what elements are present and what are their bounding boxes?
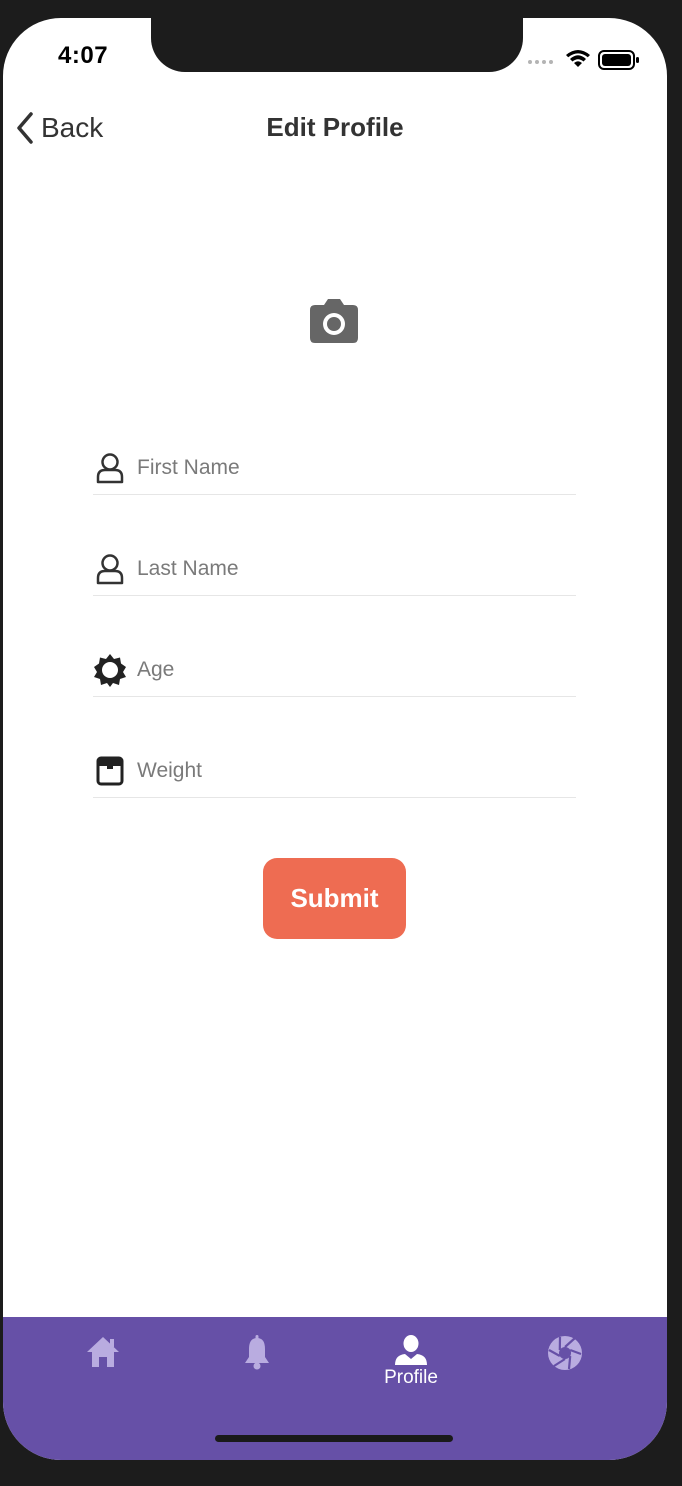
last-name-field[interactable] [93,543,576,596]
tab-profile[interactable]: Profile [366,1335,456,1395]
weight-input[interactable] [137,759,537,783]
tab-camera[interactable] [520,1335,610,1395]
tab-home[interactable] [58,1335,148,1395]
wifi-icon [566,50,590,67]
user-outline-icon [93,451,127,485]
aperture-icon [548,1336,582,1370]
home-icon [87,1337,119,1367]
tab-profile-label: Profile [384,1367,438,1388]
camera-icon[interactable] [310,299,358,343]
tab-bar: Profile [3,1317,667,1460]
home-indicator[interactable] [215,1435,453,1442]
sun-gear-icon [93,653,127,687]
page-title: Edit Profile [266,112,404,142]
cellular-signal-icon [528,60,558,64]
person-icon [395,1335,427,1365]
first-name-field[interactable] [93,442,576,495]
submit-button[interactable]: Submit [263,858,406,939]
first-name-input[interactable] [137,456,537,480]
tab-notifications[interactable] [212,1335,302,1395]
weight-field[interactable] [93,745,576,798]
scale-icon [93,754,127,788]
device-notch [151,18,523,72]
user-outline-icon [93,552,127,586]
age-field[interactable] [93,644,576,697]
last-name-input[interactable] [137,557,537,581]
bell-icon [245,1335,269,1370]
battery-icon [598,50,639,70]
status-time: 4:07 [58,42,109,69]
age-input[interactable] [137,658,537,682]
app-screen: 4:07 Back Edit Profile First Name Last N… [3,18,667,1460]
